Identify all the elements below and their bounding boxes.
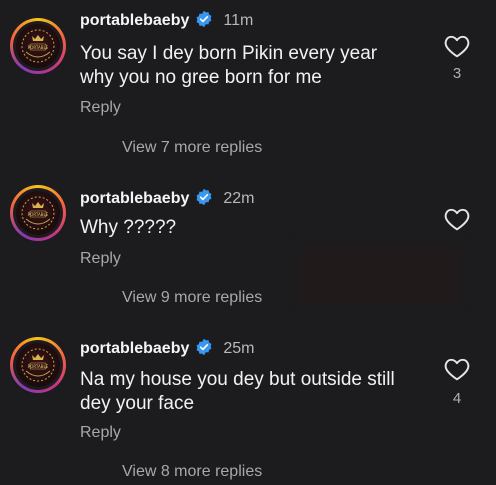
avatar[interactable]: PORTABLE <box>10 18 66 74</box>
comment-username[interactable]: portablebaeby 11m <box>80 10 253 30</box>
comment-username[interactable]: portablebaeby 25m <box>80 338 254 358</box>
svg-text:PORTABLE: PORTABLE <box>28 45 49 50</box>
heart-outline-icon[interactable] <box>444 207 470 231</box>
comment-text: You say I dey born Pikin every year why … <box>80 43 378 88</box>
blurred-region <box>300 245 460 305</box>
verified-badge-icon <box>196 10 212 28</box>
view-more-replies-button[interactable]: View 9 more replies <box>79 289 262 307</box>
like-count: 4 <box>452 390 462 407</box>
reply-button[interactable]: Reply <box>80 99 121 117</box>
comment-timestamp: 22m <box>223 190 255 207</box>
heart-outline-icon[interactable] <box>444 34 470 58</box>
svg-text:PORTABLE: PORTABLE <box>28 364 49 369</box>
reply-button[interactable]: Reply <box>80 424 121 442</box>
reply-button[interactable]: Reply <box>80 250 121 268</box>
comment-timestamp: 25m <box>223 340 255 357</box>
svg-text:PORTABLE: PORTABLE <box>28 212 49 217</box>
verified-badge-icon <box>196 338 212 356</box>
heart-outline-icon[interactable] <box>444 357 470 381</box>
comments-screen: PORTABLE portablebaeby 11m You say I dey … <box>0 0 496 485</box>
view-more-replies-button[interactable]: View 7 more replies <box>79 139 262 157</box>
comment-username[interactable]: portablebaeby 22m <box>80 188 254 208</box>
comment-text: Why ????? <box>80 217 177 238</box>
view-more-replies-button[interactable]: View 8 more replies <box>79 463 262 481</box>
verified-badge-icon <box>196 188 212 206</box>
comment-timestamp: 11m <box>223 12 254 29</box>
avatar[interactable]: PORTABLE <box>10 185 66 241</box>
avatar[interactable]: PORTABLE <box>10 337 66 393</box>
like-count: 3 <box>452 65 462 82</box>
comment-text: Na my house you dey but outside still de… <box>80 369 395 414</box>
